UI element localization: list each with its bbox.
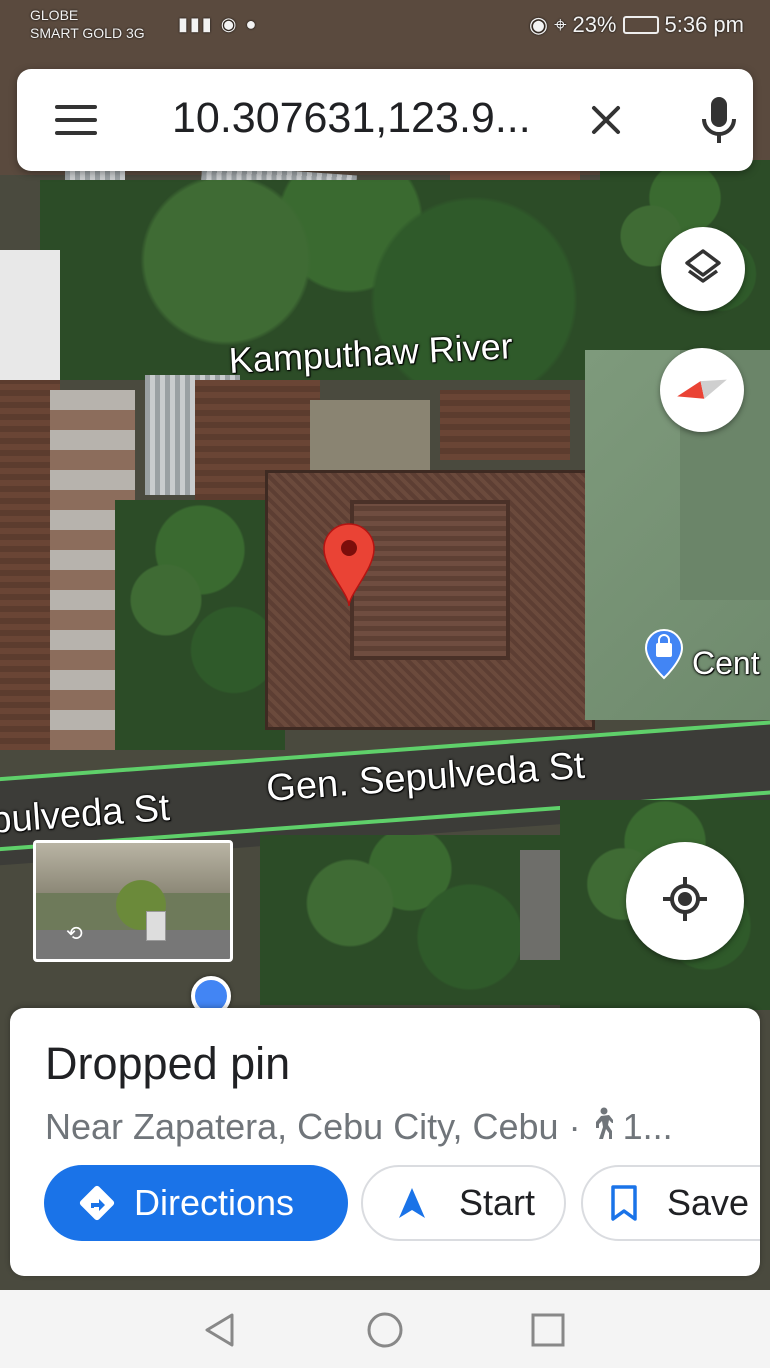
hamburger-icon[interactable] xyxy=(55,105,97,135)
street-view-thumbnail[interactable]: ⟲ xyxy=(33,840,233,962)
street-view-tree xyxy=(96,863,186,933)
shopping-place-icon[interactable] xyxy=(644,628,684,680)
walking-icon xyxy=(591,1106,615,1148)
map-roof xyxy=(0,250,60,380)
my-location-icon xyxy=(660,874,710,929)
map-trees xyxy=(260,835,560,1005)
map-pin-icon[interactable] xyxy=(322,522,376,608)
battery-percent: 23% xyxy=(572,12,617,37)
map-roof xyxy=(440,390,570,460)
battery-icon xyxy=(622,16,659,34)
mic-icon[interactable] xyxy=(697,93,741,149)
place-subtitle: Near Zapatera, Cebu City, Cebu · 1... xyxy=(45,1106,673,1148)
signal-icon: ▮▮▮ xyxy=(178,14,214,34)
clock: 5:36 pm xyxy=(664,12,745,37)
layers-icon xyxy=(683,247,723,292)
directions-icon xyxy=(78,1184,116,1222)
chat-icon: ● xyxy=(245,14,259,34)
rotate-360-icon: ⟲ xyxy=(66,923,83,945)
map-trees xyxy=(115,500,285,750)
signal-icons: ▮▮▮ ◉ ● xyxy=(178,14,258,35)
status-bar: GLOBE SMART GOLD 3G ▮▮▮ ◉ ● ◉ ⌖ 23% 5:36… xyxy=(0,0,770,52)
search-input[interactable]: 10.307631,123.9... xyxy=(172,94,531,143)
street-view-sign xyxy=(146,911,166,941)
place-title: Dropped pin xyxy=(45,1038,291,1089)
my-location-button[interactable] xyxy=(626,842,744,960)
messenger-icon: ◉ xyxy=(220,14,239,34)
start-button[interactable]: Start xyxy=(361,1165,566,1241)
directions-button[interactable]: Directions xyxy=(44,1165,348,1241)
start-label: Start xyxy=(459,1182,536,1223)
eye-icon: ◉ xyxy=(528,12,549,37)
place-address: Near Zapatera, Cebu City, Cebu · xyxy=(45,1106,591,1147)
map-label-place: Cent xyxy=(692,645,760,681)
layers-button[interactable] xyxy=(661,227,745,311)
recents-square-icon[interactable] xyxy=(528,1310,568,1350)
place-sheet[interactable]: Dropped pin Near Zapatera, Cebu City, Ce… xyxy=(10,1008,760,1276)
carrier-network: SMART GOLD 3G xyxy=(30,25,145,41)
search-bar[interactable]: 10.307631,123.9... xyxy=(17,69,753,171)
bookmark-icon xyxy=(609,1184,639,1222)
compass-icon xyxy=(674,373,730,408)
location-status-icon: ⌖ xyxy=(554,12,567,37)
save-label: Save xyxy=(667,1182,750,1223)
carrier-info: GLOBE SMART GOLD 3G xyxy=(30,6,145,42)
directions-label: Directions xyxy=(134,1182,295,1223)
compass-button[interactable] xyxy=(660,348,744,432)
close-icon[interactable] xyxy=(583,97,629,143)
status-right-group: ◉ ⌖ 23% 5:36 pm xyxy=(529,12,744,38)
system-nav-bar xyxy=(0,1290,770,1368)
carrier-name: GLOBE xyxy=(30,7,79,23)
navigation-arrow-icon xyxy=(397,1186,427,1220)
back-triangle-icon[interactable] xyxy=(200,1310,240,1350)
home-circle-icon[interactable] xyxy=(365,1310,405,1350)
save-button[interactable]: Save xyxy=(581,1165,760,1241)
walk-time: 1... xyxy=(622,1106,673,1147)
